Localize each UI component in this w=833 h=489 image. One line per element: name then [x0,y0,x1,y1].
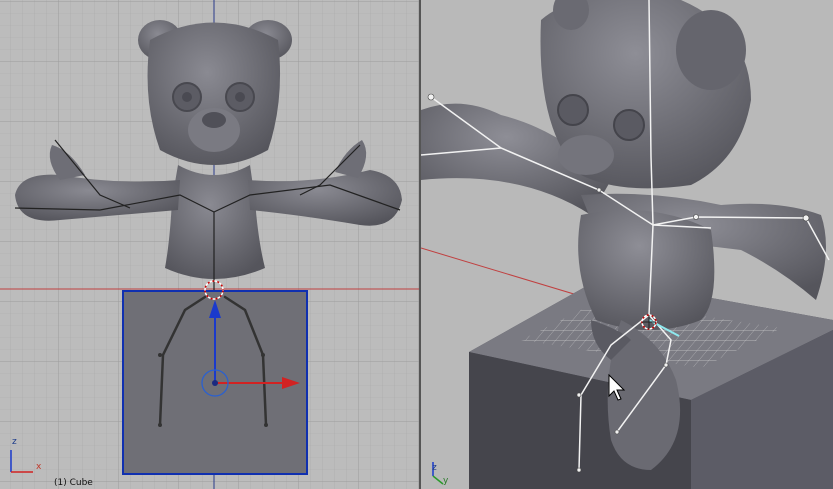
object-name-label: (1) Cube [54,478,93,488]
gizmo-z-label: z [12,437,17,447]
blender-3d-view: z x (1) Cube z y [0,0,833,489]
gizmo-z-label-persp: z [432,463,437,473]
gizmo-y-label-persp: y [443,476,449,486]
front-viewport-canvas[interactable] [0,0,419,489]
3d-cursor-persp[interactable] [641,314,657,330]
front-ortho-viewport[interactable]: z x (1) Cube [0,0,419,489]
perspective-viewport[interactable]: z y [421,0,833,489]
gizmo-x-label: x [36,462,42,472]
perspective-viewport-canvas[interactable] [421,0,833,489]
